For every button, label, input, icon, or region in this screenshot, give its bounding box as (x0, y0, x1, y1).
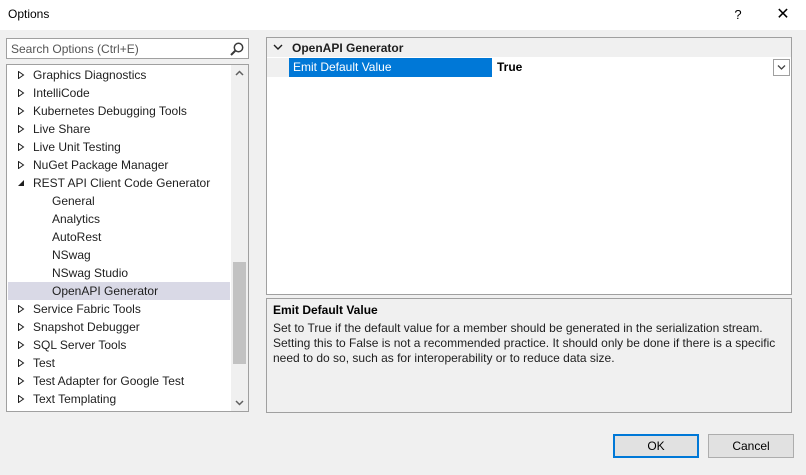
tree-item[interactable]: Snapshot Debugger (8, 318, 230, 336)
tree-item[interactable]: Service Fabric Tools (8, 300, 230, 318)
tree-item-label: SQL Server Tools (33, 338, 127, 352)
tree-item-label: NSwag (52, 248, 91, 262)
tree-item[interactable]: Web Forms Designer (8, 408, 230, 411)
tree-item[interactable]: Test (8, 354, 230, 372)
window-title: Options (8, 7, 50, 21)
property-grid[interactable]: OpenAPI Generator Emit Default Value Tru… (266, 37, 792, 295)
tree-item-label: Text Templating (33, 392, 117, 406)
help-button[interactable]: ? (726, 3, 750, 27)
property-value[interactable]: True (493, 58, 791, 77)
tree-item-label: Analytics (52, 212, 101, 226)
tree-item-label: NuGet Package Manager (33, 158, 169, 172)
tree-item[interactable]: AutoRest (8, 228, 230, 246)
search-icon[interactable] (229, 41, 245, 57)
search-box[interactable] (6, 38, 249, 59)
tree-item-label: Graphics Diagnostics (33, 68, 147, 82)
description-text: Set to True if the default value for a m… (273, 321, 776, 365)
tree-item-label: Live Share (33, 122, 91, 136)
property-row[interactable]: Emit Default Value True (267, 58, 791, 77)
collapsed-arrow-icon[interactable] (17, 161, 25, 169)
collapsed-arrow-icon[interactable] (17, 305, 25, 313)
close-button[interactable]: ✕ (768, 3, 798, 27)
tree-item[interactable]: NuGet Package Manager (8, 156, 230, 174)
collapsed-arrow-icon[interactable] (17, 89, 25, 97)
collapsed-arrow-icon[interactable] (17, 125, 25, 133)
scroll-down-arrow-icon[interactable] (231, 394, 248, 411)
category-label: OpenAPI Generator (292, 41, 404, 55)
collapsed-arrow-icon[interactable] (17, 143, 25, 151)
tree-item[interactable]: SQL Server Tools (8, 336, 230, 354)
collapsed-arrow-icon[interactable] (17, 359, 25, 367)
tree-item[interactable]: OpenAPI Generator (8, 282, 230, 300)
tree-item-label: General (52, 194, 95, 208)
tree-scrollbar[interactable] (231, 65, 248, 411)
options-tree[interactable]: Graphics Diagnostics IntelliCode Kubernete… (6, 64, 249, 412)
tree-item-label: Live Unit Testing (33, 140, 121, 154)
title-bar: Options ? ✕ (0, 0, 806, 30)
collapsed-arrow-icon[interactable] (17, 377, 25, 385)
description-title: Emit Default Value (273, 303, 378, 317)
tree-item-label: Kubernetes Debugging Tools (33, 104, 187, 118)
collapsed-arrow-icon[interactable] (17, 341, 25, 349)
tree-item[interactable]: Text Templating (8, 390, 230, 408)
collapsed-arrow-icon[interactable] (17, 71, 25, 79)
expanded-arrow-icon[interactable] (17, 179, 25, 187)
collapsed-arrow-icon[interactable] (17, 395, 25, 403)
tree-item[interactable]: Test Adapter for Google Test (8, 372, 230, 390)
property-name[interactable]: Emit Default Value (289, 58, 492, 77)
tree-item[interactable]: Analytics (8, 210, 230, 228)
tree-item-label: Snapshot Debugger (33, 320, 140, 334)
tree-item[interactable]: Live Unit Testing (8, 138, 230, 156)
tree-item[interactable]: Live Share (8, 120, 230, 138)
description-panel: Emit Default Value Set to True if the de… (266, 298, 792, 413)
tree-item-label: REST API Client Code Generator (33, 176, 211, 190)
tree-item[interactable]: IntelliCode (8, 84, 230, 102)
value-dropdown-button[interactable] (773, 59, 790, 76)
ok-button[interactable]: OK (613, 434, 699, 458)
tree-item[interactable]: Kubernetes Debugging Tools (8, 102, 230, 120)
tree-item-label: NSwag Studio (52, 266, 129, 280)
scroll-thumb[interactable] (233, 262, 246, 364)
scroll-up-arrow-icon[interactable] (231, 65, 248, 82)
tree-item-label: AutoRest (52, 230, 102, 244)
tree-item-label: Web Forms Designer (33, 408, 146, 411)
tree-item-label: IntelliCode (33, 86, 90, 100)
tree-item-label: Service Fabric Tools (33, 302, 141, 316)
tree-item[interactable]: Graphics Diagnostics (8, 66, 230, 84)
collapsed-arrow-icon[interactable] (17, 323, 25, 331)
tree-item[interactable]: NSwag (8, 246, 230, 264)
collapse-category-icon[interactable] (273, 42, 283, 52)
search-input[interactable] (7, 39, 222, 58)
tree-item-label: Test (33, 356, 56, 370)
tree-item[interactable]: REST API Client Code Generator (8, 174, 230, 192)
tree-item-label: Test Adapter for Google Test (33, 374, 185, 388)
tree-item[interactable]: NSwag Studio (8, 264, 230, 282)
category-row[interactable]: OpenAPI Generator (267, 38, 791, 57)
cancel-button[interactable]: Cancel (708, 434, 794, 458)
chevron-down-icon (777, 65, 786, 70)
tree-item-label: OpenAPI Generator (52, 284, 159, 298)
collapsed-arrow-icon[interactable] (17, 107, 25, 115)
tree-item[interactable]: General (8, 192, 230, 210)
